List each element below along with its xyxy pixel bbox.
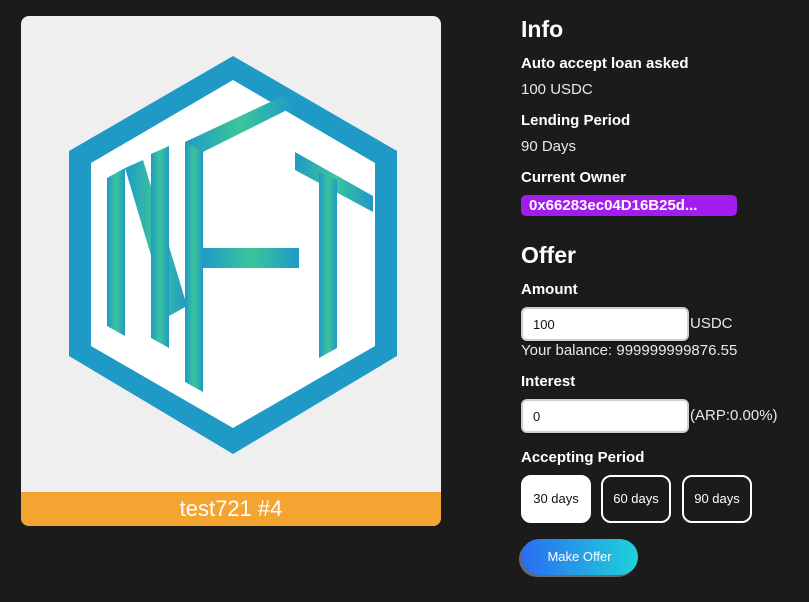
lending-period-value: 90 Days	[521, 138, 577, 155]
balance-text: Your balance: 999999999876.55	[521, 342, 738, 359]
lending-period-label: Lending Period	[521, 112, 631, 129]
info-heading: Info	[521, 16, 564, 42]
period-90-days-button[interactable]: 90 days	[682, 475, 752, 523]
interest-apr: (ARP:0.00%)	[690, 407, 778, 424]
owner-address-link[interactable]: 0x66283ec04D16B25d...	[521, 195, 737, 216]
nft-logo-image	[69, 56, 397, 454]
nft-card[interactable]: test721 #4	[21, 16, 441, 526]
auto-accept-value: 100 USDC	[521, 81, 593, 98]
amount-label: Amount	[521, 281, 578, 298]
offer-heading: Offer	[521, 242, 576, 268]
accepting-period-label: Accepting Period	[521, 449, 645, 466]
auto-accept-label: Auto accept loan asked	[521, 55, 689, 72]
interest-label: Interest	[521, 373, 576, 390]
amount-input[interactable]	[521, 307, 689, 341]
period-60-days-button[interactable]: 60 days	[601, 475, 671, 523]
make-offer-button[interactable]: Make Offer	[521, 539, 638, 575]
amount-currency: USDC	[690, 315, 733, 332]
period-30-days-button[interactable]: 30 days	[521, 475, 591, 523]
current-owner-label: Current Owner	[521, 169, 627, 186]
nft-caption: test721 #4	[21, 492, 441, 526]
interest-input[interactable]	[521, 399, 689, 433]
